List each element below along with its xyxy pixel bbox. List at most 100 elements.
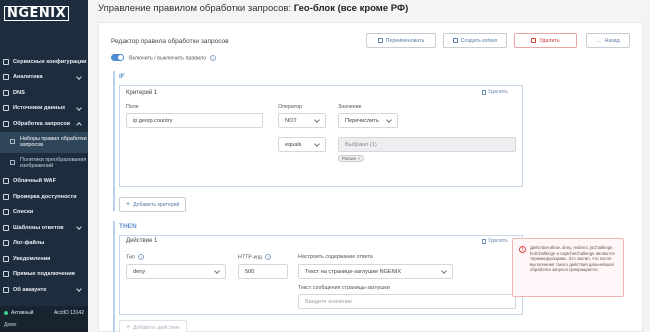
chevron-down-icon xyxy=(214,268,220,274)
ngenix-logo[interactable]: NGENIX xyxy=(4,6,70,21)
field-label: Поле xyxy=(126,104,139,110)
criteria-title: Критерий 1 xyxy=(126,90,158,96)
add-criteria-button[interactable]: + Добавить критерий xyxy=(119,197,187,212)
chevron-down-icon xyxy=(314,141,320,147)
help-icon[interactable]: ? xyxy=(265,254,272,260)
value-label: Значение xyxy=(338,104,362,110)
sidebar-subitem-rule-sets[interactable]: Наборы правил обработки запросов xyxy=(0,131,88,153)
rules-icon xyxy=(10,138,15,144)
trash-icon xyxy=(482,238,486,244)
plus-icon: + xyxy=(126,201,131,208)
then-keyword: THEN xyxy=(119,223,137,230)
value-mode-select[interactable]: Перечислить xyxy=(338,113,398,128)
close-icon[interactable]: × xyxy=(358,156,360,161)
operator2-select[interactable]: equals xyxy=(278,137,326,152)
trash-icon xyxy=(482,89,486,95)
editor-title: Редактор правила обработки запросов xyxy=(111,38,229,45)
action-card: Действие 1 Удалить Тип ? deny HTTP-код ?… xyxy=(119,235,523,315)
sidebar-item-cloud-waf[interactable]: Облачный WAF xyxy=(0,174,88,190)
page-title-prefix: Управление правилом обработки запросов: xyxy=(98,3,292,14)
sidebar-item-label: Лог-файлы xyxy=(13,240,45,247)
list-icon xyxy=(3,209,9,216)
sidebar-item-label: Источники данных xyxy=(13,105,66,112)
sidebar-item-availability[interactable]: Проверка доступности xyxy=(0,189,88,205)
delete-criteria-link[interactable]: Удалить xyxy=(482,89,508,95)
config-icon xyxy=(3,58,9,65)
analytics-icon xyxy=(3,74,9,81)
toggle-label: Включить / выключить правило ? xyxy=(129,55,216,62)
processing-icon xyxy=(3,120,9,127)
sidebar-subitem-label: Политики преобразования изображений xyxy=(20,156,87,170)
sidebar-item-dns[interactable]: DNS xyxy=(0,85,88,101)
stub-message-input[interactable]: Введите значение xyxy=(298,294,516,309)
value-tag[interactable]: Россия × xyxy=(338,155,365,162)
field-input[interactable]: ip.geoip.country xyxy=(126,113,263,128)
sidebar-item-account[interactable]: Об аккаунте xyxy=(0,282,88,298)
back-button[interactable]: ← Назад xyxy=(586,33,630,48)
delete-action-link[interactable]: Удалить xyxy=(482,238,508,244)
if-keyword: IF xyxy=(119,73,125,80)
if-section-bar xyxy=(113,71,115,211)
sidebar-item-direct-connections[interactable]: Прямые подключения xyxy=(0,267,88,283)
sidebar-item-analytics[interactable]: Аналитика xyxy=(0,70,88,86)
sidebar-item-notifications[interactable]: Уведомления xyxy=(0,251,88,267)
sidebar-item-label: Сервисные конфигурации xyxy=(13,58,87,65)
operator-select[interactable]: NOT xyxy=(278,113,326,128)
operator-label: Оператор xyxy=(278,104,302,110)
sidebar-item-lists[interactable]: Списки xyxy=(0,205,88,221)
type-label: Тип ? xyxy=(126,254,145,261)
response-content-select[interactable]: Текст на странице-заглушке NGENIX xyxy=(298,264,453,279)
sidebar-subitem-label: Наборы правил обработки запросов xyxy=(20,135,87,149)
sidebar-item-data-sources[interactable]: Источники данных xyxy=(0,101,88,117)
action-title: Действие 1 xyxy=(126,238,158,244)
chevron-down-icon xyxy=(314,117,320,123)
arrow-left-icon: ← xyxy=(596,37,602,44)
account-footer: Активный AcctID 13142 Демо xyxy=(0,306,88,332)
sidebar-item-log-files[interactable]: Лог-файлы xyxy=(0,236,88,252)
user-icon xyxy=(3,286,9,293)
sidebar-item-label: Прямые подключения xyxy=(13,271,75,278)
sidebar: NGENIX Сервисные конфигурации Аналитика … xyxy=(0,0,88,332)
chevron-down-icon xyxy=(386,117,392,123)
add-action-button[interactable]: + Добавить действие xyxy=(119,320,187,332)
help-icon[interactable]: ? xyxy=(138,254,145,260)
status-dot-icon xyxy=(4,311,8,315)
rule-enabled-toggle[interactable] xyxy=(111,54,124,61)
chevron-down-icon xyxy=(76,73,82,80)
type-select[interactable]: deny xyxy=(126,264,226,279)
sidebar-item-response-templates[interactable]: Шаблоны ответов xyxy=(0,220,88,236)
dns-icon xyxy=(3,89,9,96)
delete-button[interactable]: Удалить xyxy=(514,33,577,48)
copy-button[interactable]: Создать копию xyxy=(443,33,507,48)
page-title: Управление правилом обработки запросов: … xyxy=(98,3,408,14)
http-code-label: HTTP-код ? xyxy=(238,254,272,261)
plus-icon: + xyxy=(126,324,131,331)
rename-button[interactable]: Переименовать xyxy=(366,33,436,48)
chevron-down-icon xyxy=(76,104,82,111)
help-icon[interactable]: ? xyxy=(209,55,216,61)
terminating-actions-alert: ! Действия allow, deny, redirect, jsChal… xyxy=(512,238,624,297)
criteria-card: Критерий 1 Удалить Поле ip.geoip.country… xyxy=(119,85,523,187)
sidebar-item-label: Облачный WAF xyxy=(13,178,57,185)
plan-label: Демо xyxy=(4,322,17,328)
account-id: AcctID 13142 xyxy=(53,310,84,316)
sidebar-subitem-image-policies[interactable]: Политики преобразования изображений xyxy=(0,153,88,174)
bell-icon xyxy=(3,255,9,262)
warning-icon: ! xyxy=(519,246,526,253)
sidebar-item-label: Обработка запросов xyxy=(13,120,71,127)
sidebar-item-request-processing[interactable]: Обработка запросов xyxy=(0,116,88,132)
sidebar-item-label: DNS xyxy=(13,89,25,96)
selected-values-field[interactable]: Выбрано (1) xyxy=(338,137,516,152)
sidebar-item-service-configs[interactable]: Сервисные конфигурации xyxy=(0,54,88,70)
alert-text: Действия allow, deny, redirect, jsChalle… xyxy=(530,245,615,272)
sidebar-nav: Сервисные конфигурации Аналитика DNS Ист… xyxy=(0,54,88,298)
sidebar-item-label: Списки xyxy=(13,209,34,216)
check-icon xyxy=(3,193,9,200)
sidebar-item-label: Шаблоны ответов xyxy=(13,224,64,231)
account-status: Активный AcctID 13142 xyxy=(4,310,84,316)
http-code-input[interactable]: 500 xyxy=(238,264,288,279)
sidebar-item-label: Аналитика xyxy=(13,74,43,81)
database-icon xyxy=(3,105,9,112)
rule-name: Гео-блок (все кроме РФ) xyxy=(293,3,409,14)
sidebar-item-label: Об аккаунте xyxy=(13,286,47,293)
